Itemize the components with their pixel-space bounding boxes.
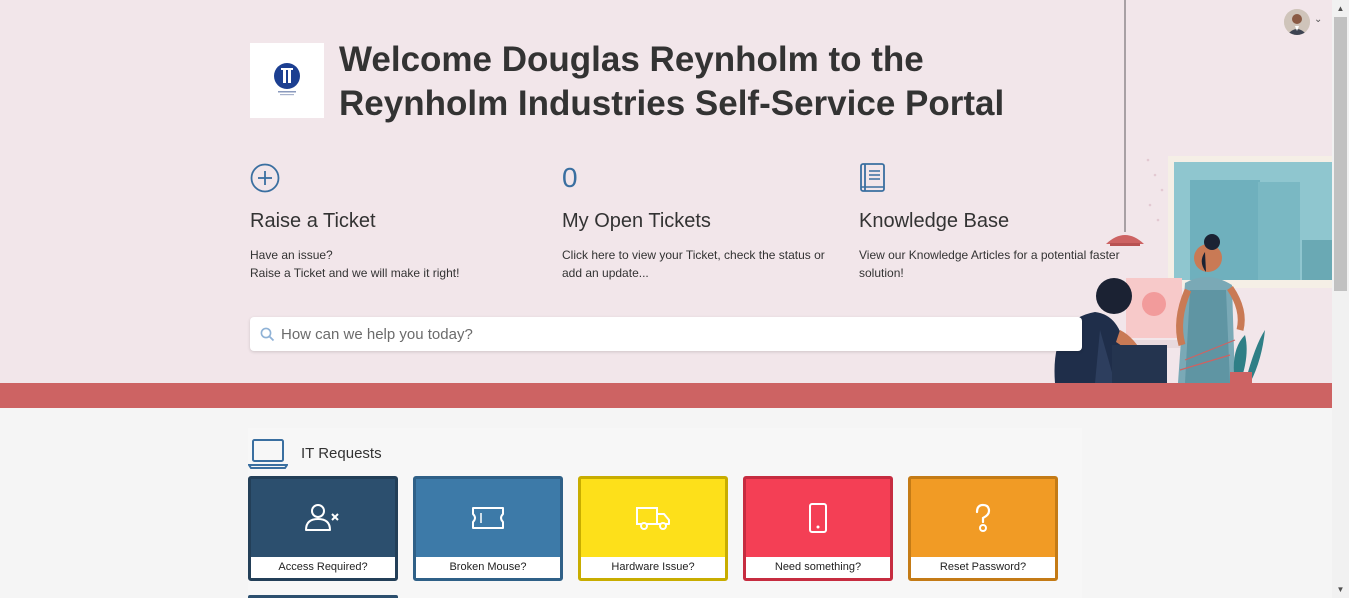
knowledge-base-line-2: solution! [859, 266, 904, 280]
plus-circle-icon [250, 163, 280, 193]
company-logo[interactable] [250, 43, 324, 118]
user-remove-icon [305, 504, 339, 531]
raise-ticket-description: Have an issue? Raise a Ticket and we wil… [250, 246, 540, 282]
tile-access-required[interactable]: Access Required? [248, 476, 398, 581]
page-title: Welcome Douglas Reynholm to the Reynholm… [339, 38, 1099, 126]
open-tickets-count: 0 [562, 162, 578, 193]
ticket-icon [472, 507, 504, 529]
search-input[interactable] [281, 325, 1061, 343]
scroll-down-arrow-icon[interactable]: ▼ [1332, 581, 1349, 598]
tile-broken-mouse[interactable]: Broken Mouse? [413, 476, 563, 581]
knowledge-base-card[interactable]: Knowledge Base View our Knowledge Articl… [859, 160, 1139, 282]
welcome-line-1: Welcome Douglas Reynholm to the [339, 40, 924, 79]
reynholm-logo-icon [274, 63, 300, 96]
search-bar [250, 317, 1082, 351]
raise-ticket-line-2: Raise a Ticket and we will make it right… [250, 266, 460, 280]
user-avatar-icon [1284, 9, 1310, 35]
chevron-down-icon[interactable]: ⌄ [1314, 14, 1322, 25]
tile-reset-password[interactable]: Reset Password? [908, 476, 1058, 581]
hero-section: Welcome Douglas Reynholm to the Reynholm… [0, 0, 1332, 383]
tile-label: Reset Password? [911, 557, 1055, 578]
raise-ticket-title: Raise a Ticket [250, 210, 376, 232]
mobile-icon [809, 503, 827, 533]
truck-icon [636, 507, 670, 530]
laptop-icon [248, 439, 288, 469]
scroll-up-arrow-icon[interactable]: ▲ [1332, 0, 1349, 17]
welcome-line-2: Reynholm Industries Self-Service Portal [339, 84, 1005, 123]
it-requests-title: IT Requests [301, 445, 382, 462]
question-icon [975, 503, 991, 532]
knowledge-base-title: Knowledge Base [859, 210, 1010, 232]
search-icon [260, 327, 275, 341]
raise-ticket-card[interactable]: Raise a Ticket Have an issue? Raise a Ti… [250, 160, 540, 282]
open-tickets-line-1: Click here to view your Ticket, check th… [562, 248, 825, 262]
open-tickets-description: Click here to view your Ticket, check th… [562, 246, 852, 282]
accent-band [0, 383, 1332, 408]
tile-label: Hardware Issue? [581, 557, 725, 578]
user-avatar[interactable] [1284, 9, 1310, 35]
tile-label: Access Required? [251, 557, 395, 578]
tile-hardware-issue[interactable]: Hardware Issue? [578, 476, 728, 581]
tile-label: Need something? [746, 557, 890, 578]
open-tickets-line-2: add an update... [562, 266, 649, 280]
my-open-tickets-card[interactable]: 0 My Open Tickets Click here to view you… [562, 160, 852, 282]
tile-label: Broken Mouse? [416, 557, 560, 578]
knowledge-base-line-1: View our Knowledge Articles for a potent… [859, 248, 1120, 262]
raise-ticket-line-1: Have an issue? [250, 248, 333, 262]
page-scrollbar[interactable]: ▲ ▼ [1332, 0, 1349, 598]
book-icon [860, 163, 885, 192]
tile-need-something[interactable]: Need something? [743, 476, 893, 581]
scrollbar-thumb[interactable] [1334, 17, 1347, 291]
open-tickets-title: My Open Tickets [562, 210, 711, 232]
knowledge-base-description: View our Knowledge Articles for a potent… [859, 246, 1139, 282]
